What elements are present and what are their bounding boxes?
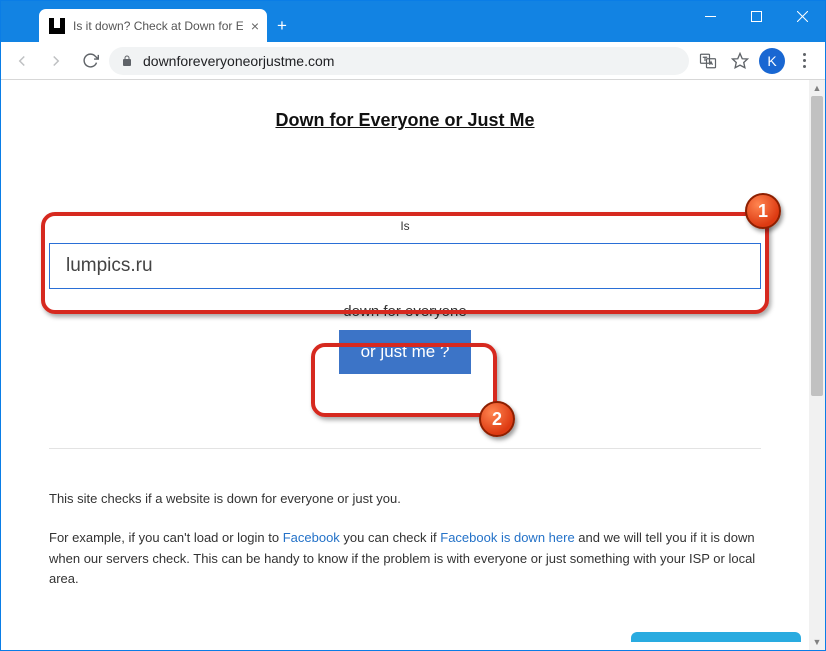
scroll-down-icon[interactable]: ▼ bbox=[809, 634, 825, 650]
info-paragraph-2: For example, if you can't load or login … bbox=[49, 528, 761, 590]
check-button[interactable]: or just me ? bbox=[339, 330, 472, 374]
reload-button[interactable] bbox=[75, 46, 105, 76]
browser-toolbar: downforeveryoneorjustme.com K bbox=[1, 42, 825, 80]
tab-favicon bbox=[49, 18, 65, 34]
back-button[interactable] bbox=[7, 46, 37, 76]
annotation-badge-2: 2 bbox=[479, 401, 515, 437]
bookmark-star-icon[interactable] bbox=[725, 46, 755, 76]
window-titlebar: Is it down? Check at Down for Ev × + bbox=[1, 1, 825, 42]
kebab-menu-icon bbox=[803, 53, 806, 68]
info-text-fragment: you can check if bbox=[340, 530, 440, 545]
facebook-down-link[interactable]: Facebook is down here bbox=[440, 530, 574, 545]
scroll-up-icon[interactable]: ▲ bbox=[809, 80, 825, 96]
address-bar[interactable]: downforeveryoneorjustme.com bbox=[109, 47, 689, 75]
url-input[interactable] bbox=[49, 243, 761, 289]
tab-strip: Is it down? Check at Down for Ev × + bbox=[39, 9, 297, 42]
prompt-text: Is bbox=[49, 219, 761, 233]
maximize-button[interactable] bbox=[733, 1, 779, 31]
kofi-widget[interactable] bbox=[631, 632, 801, 642]
url-text: downforeveryoneorjustme.com bbox=[143, 53, 334, 69]
avatar-letter: K bbox=[759, 48, 785, 74]
minimize-button[interactable] bbox=[687, 1, 733, 31]
check-form: Is down for everyone or just me ? 1 2 bbox=[49, 183, 761, 398]
window-controls bbox=[687, 1, 825, 31]
forward-button[interactable] bbox=[41, 46, 71, 76]
info-text-fragment: For example, if you can't load or login … bbox=[49, 530, 283, 545]
menu-button[interactable] bbox=[789, 46, 819, 76]
page-title[interactable]: Down for Everyone or Just Me bbox=[49, 110, 761, 131]
section-divider bbox=[49, 448, 761, 449]
page-viewport: Down for Everyone or Just Me Is down for… bbox=[1, 80, 825, 650]
tab-title: Is it down? Check at Down for Ev bbox=[73, 19, 243, 33]
status-text: down for everyone bbox=[49, 303, 761, 320]
facebook-link[interactable]: Facebook bbox=[283, 530, 340, 545]
close-tab-icon[interactable]: × bbox=[251, 18, 259, 34]
translate-icon[interactable] bbox=[693, 46, 723, 76]
lock-icon bbox=[121, 54, 133, 68]
scrollbar-thumb[interactable] bbox=[811, 96, 823, 396]
new-tab-button[interactable]: + bbox=[267, 9, 297, 42]
browser-tab[interactable]: Is it down? Check at Down for Ev × bbox=[39, 9, 267, 42]
profile-avatar[interactable]: K bbox=[757, 46, 787, 76]
scrollbar[interactable]: ▲ ▼ bbox=[809, 80, 825, 650]
info-paragraph-1: This site checks if a website is down fo… bbox=[49, 489, 761, 510]
close-window-button[interactable] bbox=[779, 1, 825, 31]
